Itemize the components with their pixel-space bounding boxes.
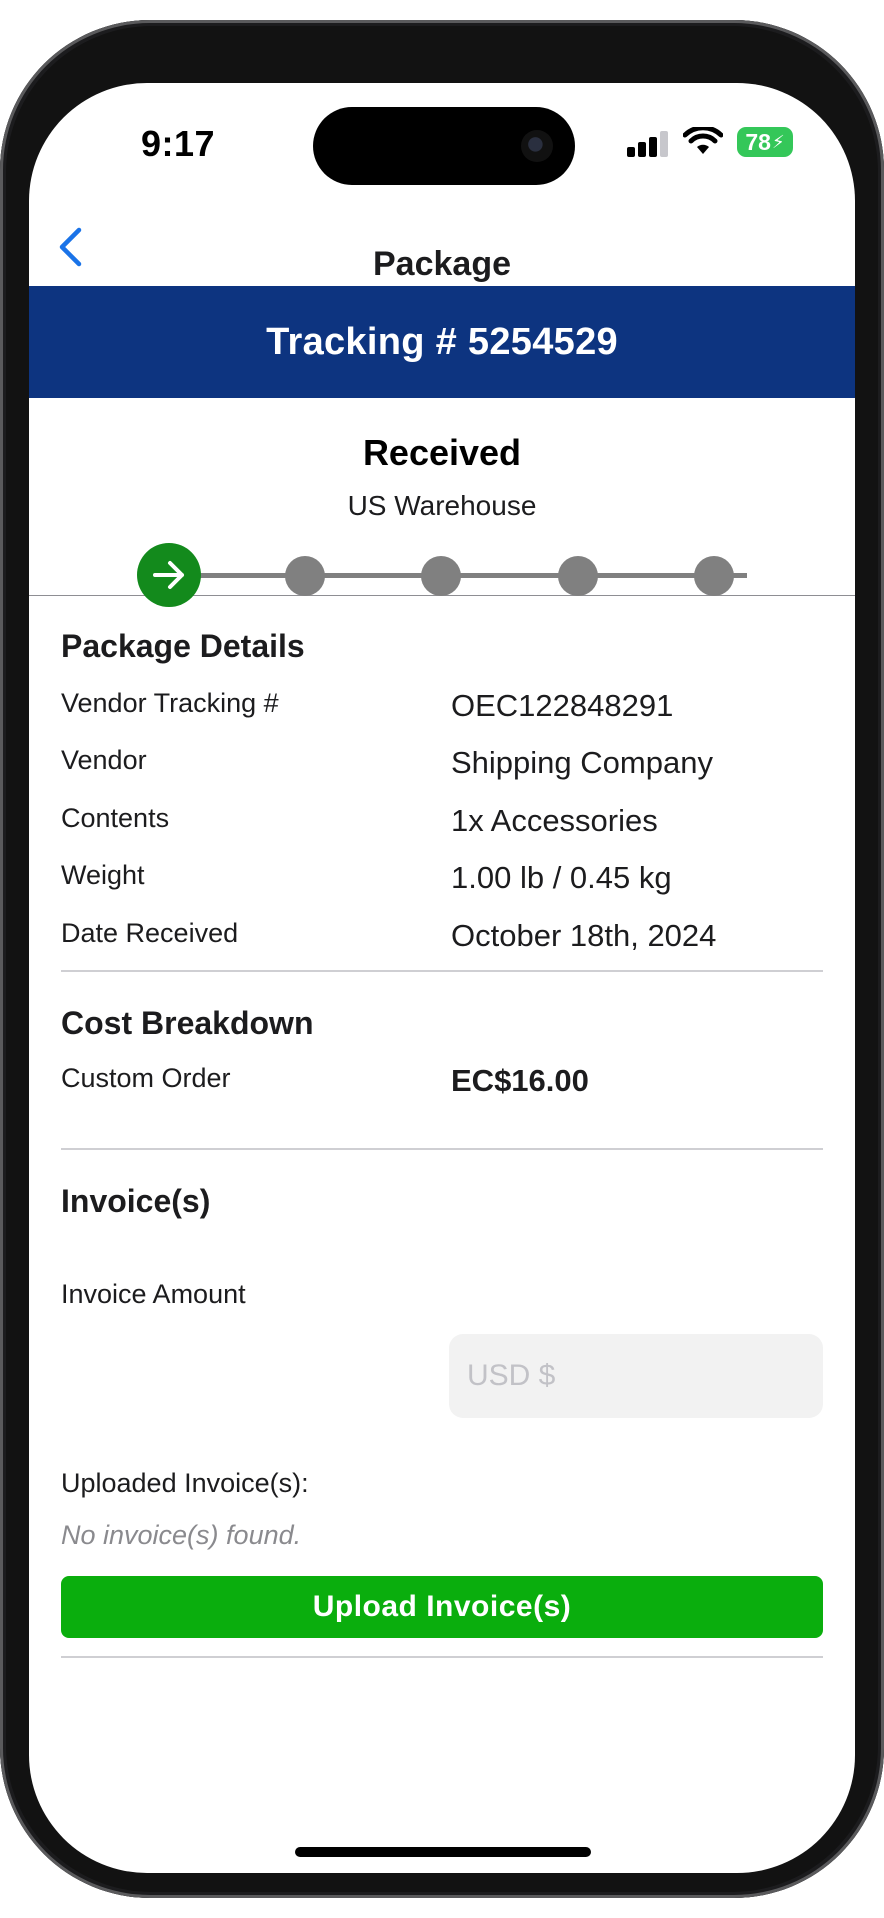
empty-invoices-row: No invoice(s) found. xyxy=(61,1520,823,1560)
home-indicator xyxy=(295,1847,591,1857)
tracking-number: Tracking # 5254529 xyxy=(266,320,618,363)
arrow-right-icon xyxy=(153,561,184,589)
cost-breakdown: Cost Breakdown Custom Order EC$16.00 xyxy=(61,1005,823,1105)
cost-value: EC$16.00 xyxy=(451,1063,589,1098)
progress-step-active xyxy=(137,543,201,607)
package-details: Package Details Vendor Tracking # OEC122… xyxy=(61,628,823,953)
status-block: Received US Warehouse xyxy=(29,398,855,607)
invoice-amount-label: Invoice Amount xyxy=(61,1279,246,1309)
detail-row: Vendor Shipping Company xyxy=(61,745,823,785)
detail-value: Shipping Company xyxy=(451,745,713,780)
battery-level: 78 xyxy=(745,128,771,155)
detail-label: Weight xyxy=(61,860,145,890)
status-time: 9:17 xyxy=(141,123,216,164)
cost-row: Custom Order EC$16.00 xyxy=(61,1063,823,1103)
divider xyxy=(61,1656,823,1658)
invoice-amount-input[interactable]: USD $ xyxy=(449,1334,823,1418)
phone-frame: 9:17 78 ⚡ Package Tracking # 5254529 Rec… xyxy=(0,20,884,1898)
battery-icon: 78 ⚡ xyxy=(737,127,793,157)
divider xyxy=(61,1148,823,1150)
detail-row: Contents 1x Accessories xyxy=(61,803,823,843)
status-title: Received xyxy=(362,432,522,473)
input-placeholder: USD $ xyxy=(467,1359,556,1392)
screen: 9:17 78 ⚡ Package Tracking # 5254529 Rec… xyxy=(29,83,855,1873)
section-title: Invoice(s) xyxy=(61,1183,211,1219)
detail-value: 1.00 lb / 0.45 kg xyxy=(451,860,672,895)
page-title: Package xyxy=(373,245,511,283)
divider xyxy=(61,970,823,972)
uploaded-invoices-row: Uploaded Invoice(s): xyxy=(61,1468,823,1508)
upload-button-label: Upload Invoice(s) xyxy=(312,1590,572,1623)
detail-label: Vendor Tracking # xyxy=(61,688,279,718)
detail-label: Contents xyxy=(61,803,170,833)
section-title: Cost Breakdown xyxy=(61,1005,314,1041)
empty-invoices-text: No invoice(s) found. xyxy=(61,1520,302,1550)
uploaded-invoices-label: Uploaded Invoice(s): xyxy=(61,1468,309,1498)
dynamic-island xyxy=(313,107,575,185)
detail-label: Vendor xyxy=(61,745,147,775)
progress-step xyxy=(558,556,598,596)
progress-step xyxy=(421,556,461,596)
charging-icon: ⚡ xyxy=(771,131,785,152)
detail-value: OEC122848291 xyxy=(451,688,674,723)
signal-icon xyxy=(627,131,671,157)
tracking-banner: Tracking # 5254529 xyxy=(29,286,855,398)
invoices-section: Invoice(s) xyxy=(61,1183,823,1223)
upload-invoice-button[interactable]: Upload Invoice(s) xyxy=(61,1576,823,1638)
detail-row: Date Received October 18th, 2024 xyxy=(61,918,823,958)
progress-step xyxy=(694,556,734,596)
detail-row: Vendor Tracking # OEC122848291 xyxy=(61,688,823,728)
camera-icon xyxy=(521,130,553,162)
detail-label: Date Received xyxy=(61,918,239,948)
cost-label: Custom Order xyxy=(61,1063,231,1093)
wifi-icon xyxy=(683,127,723,154)
progress-step xyxy=(285,556,325,596)
detail-row: Weight 1.00 lb / 0.45 kg xyxy=(61,860,823,900)
status-location: US Warehouse xyxy=(347,490,537,521)
progress-tracker xyxy=(137,543,767,607)
detail-value: 1x Accessories xyxy=(451,803,658,838)
section-title: Package Details xyxy=(61,628,305,664)
detail-value: October 18th, 2024 xyxy=(451,918,717,953)
invoice-amount-row: Invoice Amount xyxy=(61,1279,823,1319)
